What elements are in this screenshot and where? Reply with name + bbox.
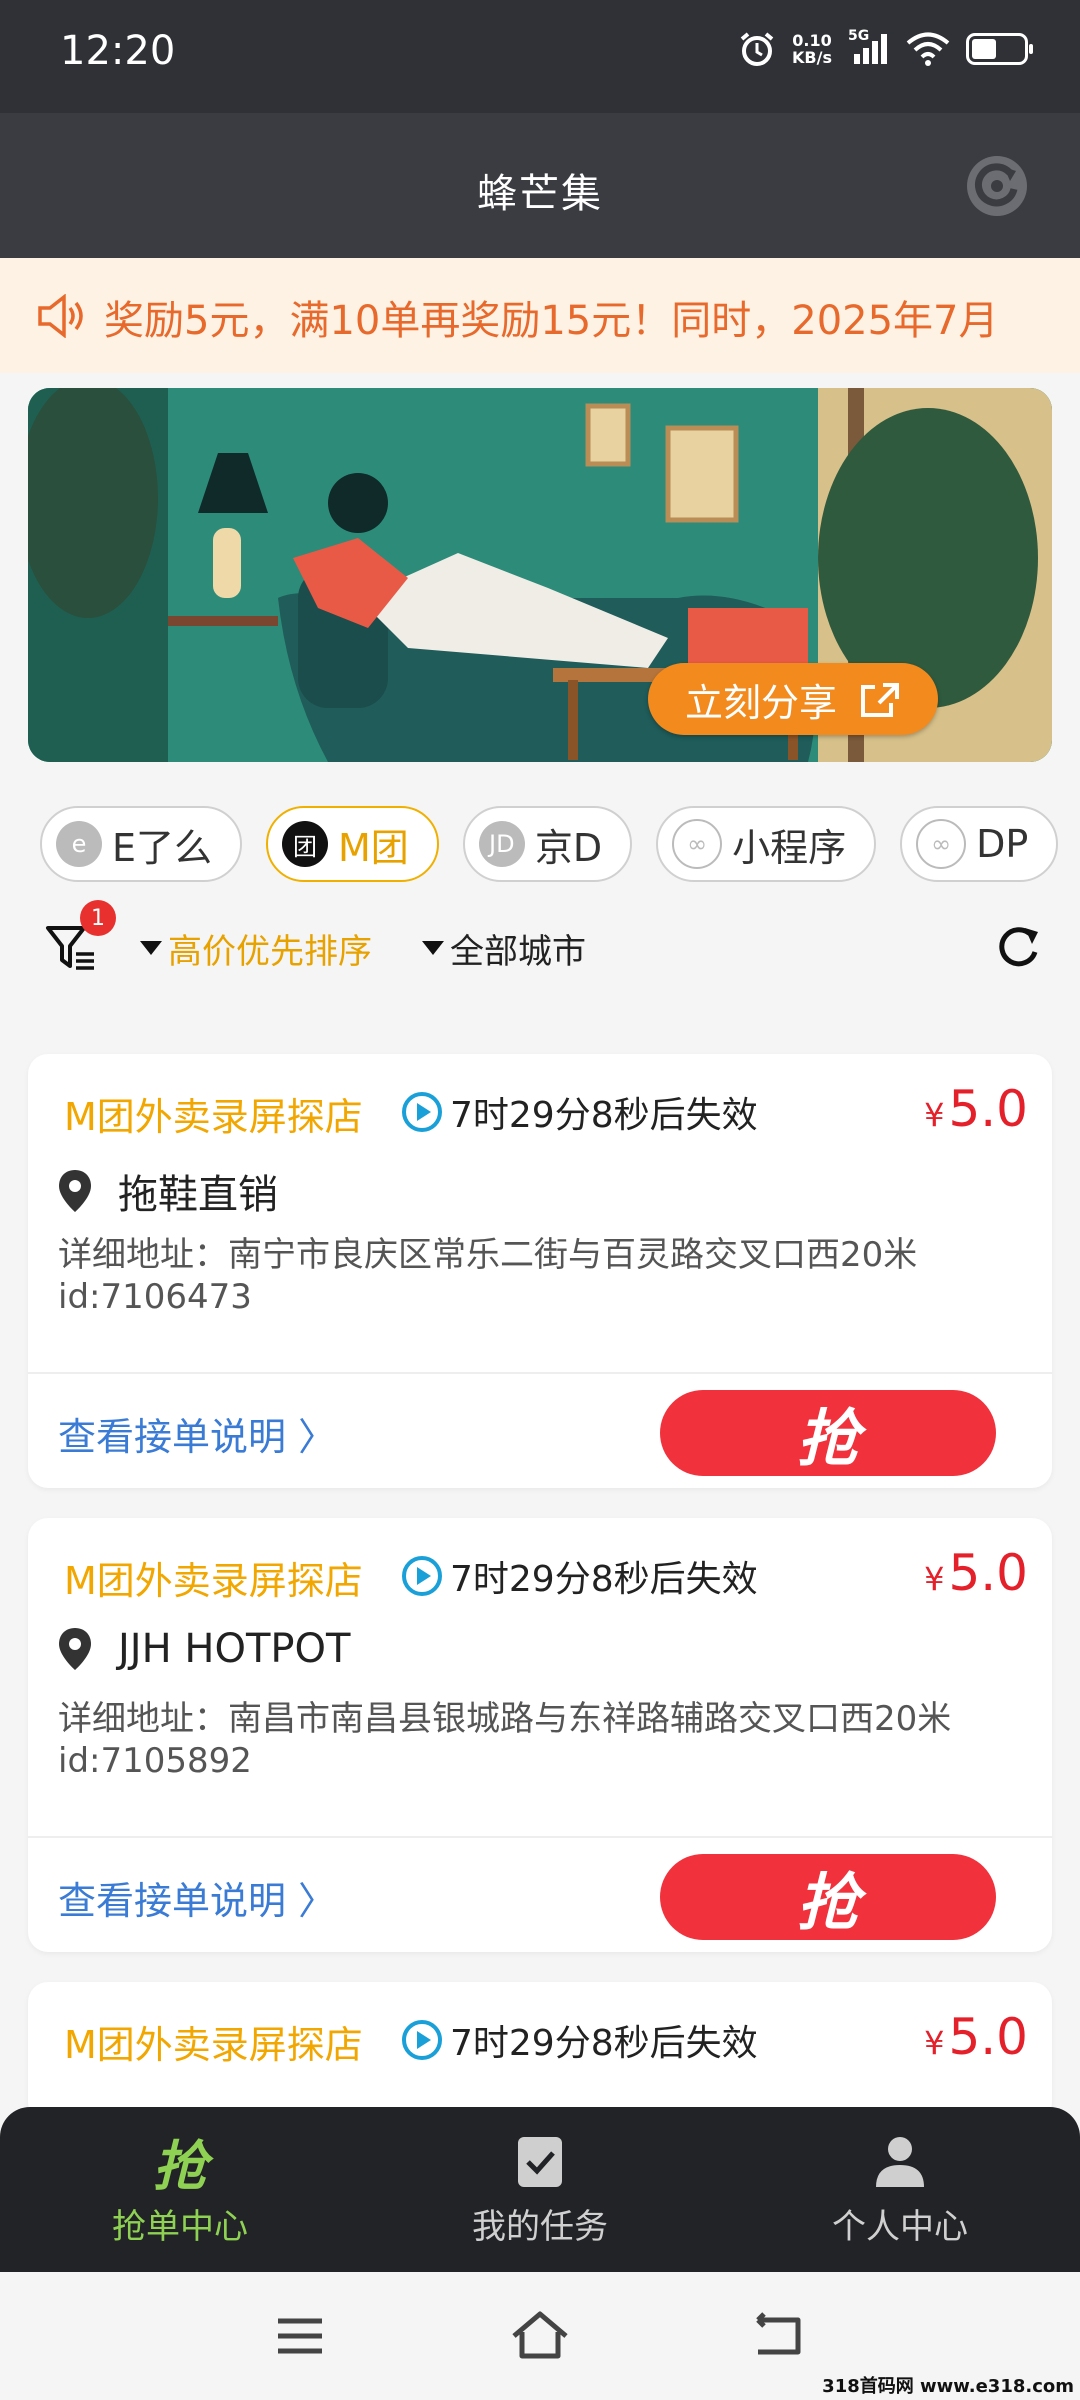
battery-icon	[966, 33, 1033, 65]
chevron-right-icon: 〉	[298, 1415, 337, 1459]
task-price: ¥5.0	[924, 1080, 1028, 1138]
watermark: 318首码网 www.e318.com	[822, 2376, 1074, 2397]
share-icon	[861, 683, 899, 717]
tab-label: 京D	[534, 825, 603, 870]
e-logo-icon: e	[56, 821, 102, 867]
tab-label: M团	[338, 825, 409, 870]
tuan-logo-icon: 团	[282, 821, 329, 867]
tab-mini-program[interactable]: ∞ 小程序	[656, 806, 877, 882]
location-pin-icon	[59, 1628, 91, 1670]
cell-signal-icon: 5G	[848, 28, 890, 66]
tab-e-le-me[interactable]: e E了么	[40, 806, 243, 882]
refresh-icon[interactable]	[964, 153, 1030, 219]
play-circle-icon	[402, 1092, 442, 1132]
caret-down-icon	[140, 940, 162, 955]
page-title: 蜂芒集	[477, 171, 603, 217]
tab-jd[interactable]: JD 京D	[462, 806, 633, 882]
mini-program-icon: ∞	[672, 819, 723, 869]
bottom-nav: 抢 抢单中心 我的任务 个人中心	[0, 2107, 1080, 2272]
task-timer: 7时29分8秒后失效	[400, 2014, 758, 2066]
task-timer: 7时29分8秒后失效	[400, 1086, 758, 1138]
task-card: M团外卖录屏探店 7时29分8秒后失效 ¥5.0	[28, 1982, 1052, 2122]
chevron-right-icon: 〉	[298, 1879, 337, 1923]
promo-banner[interactable]: 立刻分享	[28, 388, 1052, 762]
platform-tabs: e E了么 团 M团 JD 京D ∞ 小程序 ∞ DP	[40, 806, 1080, 884]
wifi-icon	[906, 32, 950, 66]
order-instructions-link[interactable]: 查看接单说明 〉	[58, 1870, 336, 1925]
home-icon[interactable]	[510, 2310, 570, 2360]
app-bar: 蜂芒集	[0, 113, 1080, 258]
share-label: 立刻分享	[684, 680, 837, 725]
filter-count-badge: 1	[80, 900, 116, 936]
task-id: id:7105892	[58, 1741, 252, 1781]
status-bar: 12:20 0.10 KB/s 5G	[0, 0, 1080, 113]
task-timer: 7时29分8秒后失效	[400, 1550, 758, 1602]
play-circle-icon	[402, 1556, 442, 1596]
back-icon[interactable]	[752, 2312, 804, 2356]
store-address: 详细地址：南宁市良庆区常乐二街与百灵路交叉口西20米 id:7106473	[58, 1234, 1018, 1318]
clock: 12:20	[60, 28, 176, 74]
nav-grab-center[interactable]: 抢 抢单中心	[0, 2107, 360, 2272]
task-price: ¥5.0	[924, 1544, 1028, 1602]
task-title: M团外卖录屏探店	[64, 1095, 363, 1139]
share-now-button[interactable]: 立刻分享	[648, 663, 938, 735]
tab-m-tuan[interactable]: 团 M团	[266, 806, 439, 882]
task-card: M团外卖录屏探店 7时29分8秒后失效 ¥5.0 拖鞋直销 详细地址：南宁市良庆…	[28, 1054, 1052, 1488]
order-instructions-link[interactable]: 查看接单说明 〉	[58, 1406, 336, 1461]
caret-down-icon	[422, 940, 444, 955]
system-nav-bar: 318首码网 www.e318.com	[0, 2272, 1080, 2400]
network-speed: 0.10 KB/s	[792, 31, 832, 67]
grab-order-button[interactable]: 抢	[660, 1390, 996, 1476]
play-circle-icon	[402, 2020, 442, 2060]
task-price: ¥5.0	[924, 2008, 1028, 2066]
store-name: 拖鞋直销	[52, 1162, 278, 1220]
notice-bar: 奖励5元，满10单再奖励15元！同时，2025年7月	[0, 258, 1080, 373]
alarm-icon	[740, 32, 774, 66]
sort-dropdown[interactable]: 高价优先排序	[140, 924, 372, 973]
task-check-icon	[518, 2137, 562, 2187]
grab-order-button[interactable]: 抢	[660, 1854, 996, 1940]
tab-dp[interactable]: ∞ DP	[900, 806, 1059, 882]
nav-profile[interactable]: 个人中心	[720, 2107, 1080, 2272]
menu-icon[interactable]	[275, 2316, 325, 2356]
tab-label: 小程序	[732, 825, 847, 870]
mini-program-icon: ∞	[916, 819, 967, 869]
grab-icon: 抢	[153, 2134, 207, 2198]
city-dropdown[interactable]: 全部城市	[422, 924, 586, 973]
tab-label: DP	[976, 822, 1029, 866]
nav-my-tasks[interactable]: 我的任务	[360, 2107, 720, 2272]
task-title: M团外卖录屏探店	[64, 2023, 363, 2067]
notice-text: 奖励5元，满10单再奖励15元！同时，2025年7月	[104, 298, 999, 344]
location-pin-icon	[59, 1170, 91, 1212]
store-address: 详细地址：南昌市南昌县银城路与东祥路辅路交叉口西20米 id:7105892	[58, 1698, 1018, 1782]
task-id: id:7106473	[58, 1277, 252, 1317]
speaker-icon	[38, 294, 83, 338]
task-title: M团外卖录屏探店	[64, 1559, 363, 1603]
store-name: JJH HOTPOT	[52, 1626, 350, 1672]
tab-label: E了么	[112, 825, 213, 870]
divider	[28, 1372, 1052, 1374]
refresh-list-icon[interactable]	[992, 922, 1044, 974]
user-icon	[876, 2137, 924, 2187]
jd-logo-icon: JD	[478, 821, 525, 867]
task-card: M团外卖录屏探店 7时29分8秒后失效 ¥5.0 JJH HOTPOT 详细地址…	[28, 1518, 1052, 1952]
filter-bar: 1 高价优先排序 全部城市	[44, 900, 1044, 982]
divider	[28, 1836, 1052, 1838]
